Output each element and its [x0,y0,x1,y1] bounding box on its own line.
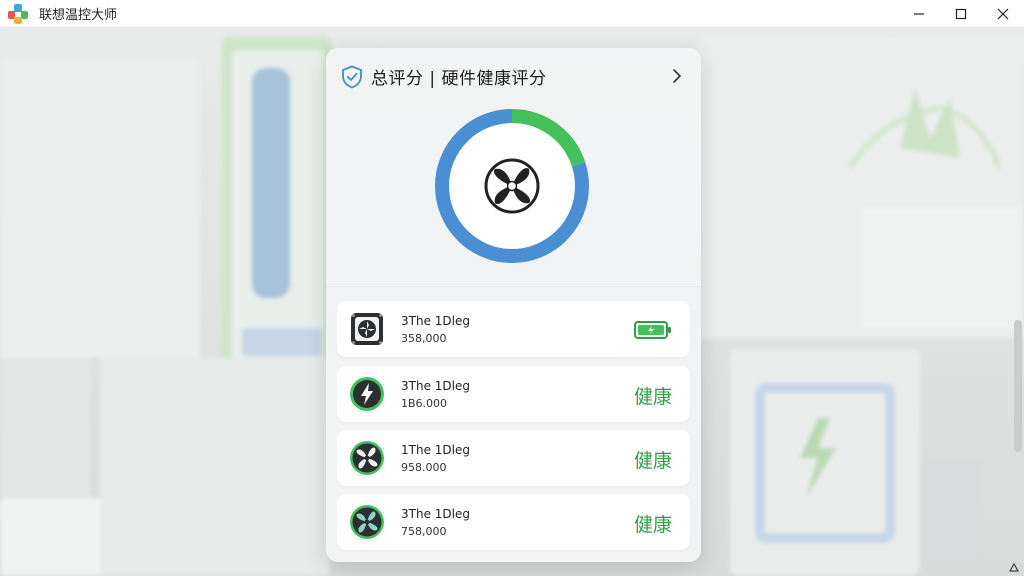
list-item[interactable]: 3The 1Dleg 358,000 [337,301,690,357]
title-bar: 联想温控大师 [0,0,1024,28]
card-header[interactable]: 总评分 | 硬件健康评分 [326,48,701,104]
list-item[interactable]: 3The 1Dleg 1B6.000 健康 [337,366,690,422]
fan-icon [349,440,385,476]
component-name: 1The 1Dleg [401,443,470,457]
status-badge: 健康 [633,514,672,536]
fan-icon [484,158,540,214]
lightning-icon [349,376,385,412]
status-badge: 健康 [633,450,672,472]
window-title: 联想温控大师 [39,8,118,23]
fan-teal-icon [349,504,385,540]
component-name: 3The 1Dleg [401,379,470,393]
card-title: 总评分 | 硬件健康评分 [371,69,547,89]
chevron-right-icon[interactable] [670,68,684,84]
component-value: 958.000 [401,461,447,474]
score-ring [429,103,595,269]
component-value: 358,000 [401,332,447,345]
component-name: 3The 1Dleg [401,314,470,328]
status-badge: 健康 [633,386,672,408]
shield-check-icon [341,65,363,89]
divider [326,286,701,287]
app-logo-icon [7,3,29,25]
fan-chip-icon [349,311,385,347]
resize-grip-icon[interactable] [1007,559,1021,573]
close-button[interactable] [982,0,1024,28]
maximize-button[interactable] [940,0,982,28]
scrollbar-thumb[interactable] [1014,320,1022,452]
hardware-health-card: 总评分 | 硬件健康评分 3The 1Dleg 358,000 3The 1Dl… [326,48,701,562]
component-value: 1B6.000 [401,397,448,410]
list-item[interactable]: 1The 1Dleg 958.000 健康 [337,430,690,486]
component-name: 3The 1Dleg [401,507,470,521]
battery-icon [634,321,672,339]
minimize-button[interactable] [898,0,940,28]
component-value: 758,000 [401,525,447,538]
list-item[interactable]: 3The 1Dleg 758,000 健康 [337,494,690,550]
